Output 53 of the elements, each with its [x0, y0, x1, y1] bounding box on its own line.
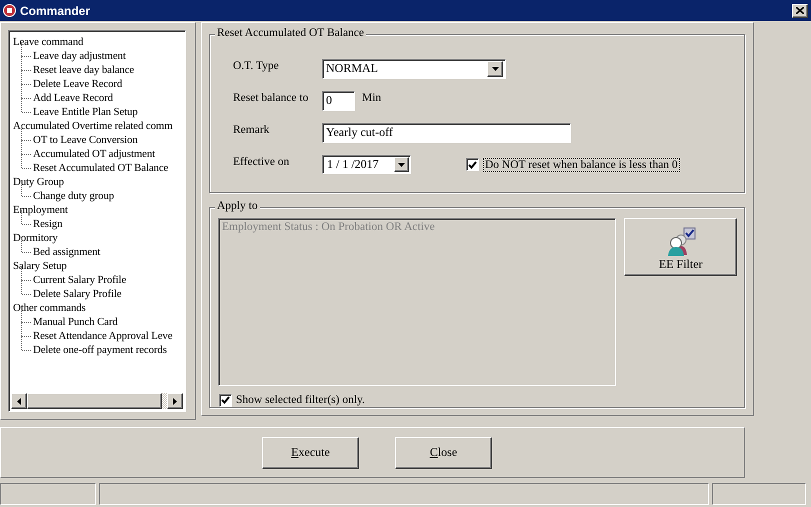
window-title: Commander	[20, 4, 92, 18]
scroll-right-button[interactable]	[167, 393, 183, 409]
field-label: Remark	[233, 124, 270, 136]
action-button[interactable]: Execute	[262, 436, 359, 468]
tree-item[interactable]: Add Leave Record	[32, 92, 114, 104]
tree-item[interactable]: Dormitory	[12, 232, 59, 244]
tree-item[interactable]: Delete Salary Profile	[32, 288, 122, 300]
tree-item[interactable]: Manual Punch Card	[32, 316, 119, 328]
date-picker[interactable]: 1 / 1 /2017	[322, 155, 411, 174]
scrollbar-thumb[interactable]	[27, 393, 162, 409]
tree-item[interactable]: Reset leave day balance	[32, 64, 136, 76]
filter-button[interactable]: EE Filter	[624, 218, 737, 276]
tree-item[interactable]: Leave day adjustment	[32, 50, 127, 62]
action-button[interactable]: Close	[395, 436, 492, 468]
unit-label: Min	[362, 92, 382, 104]
checkbox[interactable]	[219, 394, 232, 407]
tree-item[interactable]: Delete one-off payment records	[32, 344, 168, 356]
tree-item[interactable]: Employment	[12, 204, 69, 216]
tree-item[interactable]: Resign	[32, 218, 64, 230]
group-title: Apply to	[215, 200, 260, 212]
field-label: Effective on	[233, 156, 290, 168]
app-icon	[3, 4, 16, 17]
tree-item[interactable]: Leave command	[12, 36, 84, 48]
tree-item[interactable]: Accumulated OT adjustment	[32, 148, 156, 160]
tree-item[interactable]: Salary Setup	[12, 260, 68, 272]
dropdown-arrow-icon	[492, 66, 498, 70]
left-arrow-icon	[17, 398, 21, 404]
right-arrow-icon	[173, 398, 177, 404]
tree-item[interactable]: Change duty group	[32, 190, 116, 202]
field-label: Reset balance to	[233, 92, 310, 104]
tree-item[interactable]: Current Salary Profile	[32, 274, 128, 286]
balance-input[interactable]: 0	[322, 90, 355, 110]
tree-item[interactable]: Leave Entitle Plan Setup	[32, 106, 139, 118]
tree-item[interactable]: Other commands	[12, 302, 87, 314]
field-label: O.T. Type	[233, 60, 280, 72]
tree-item[interactable]: Reset Accumulated OT Balance	[32, 162, 170, 174]
tree-item[interactable]: Duty Group	[12, 176, 65, 188]
group-title: Reset Accumulated OT Balance	[215, 27, 366, 39]
checkbox-label[interactable]: Show selected filter(s) only.	[236, 394, 365, 406]
ot-type-dropdown[interactable]: NORMAL	[322, 58, 506, 78]
tree-item[interactable]: Delete Leave Record	[32, 78, 124, 90]
scroll-left-button[interactable]	[11, 393, 27, 409]
checkbox[interactable]	[466, 158, 479, 171]
tree-item[interactable]: Reset Attendance Approval Leve	[32, 330, 174, 342]
tree-item[interactable]: Bed assignment	[32, 246, 102, 258]
remark-input[interactable]: Yearly cut-off	[322, 122, 571, 142]
filter-item: Employment Status : On Probation OR Active	[222, 220, 436, 233]
tree-item[interactable]: OT to Leave Conversion	[32, 134, 139, 146]
tree-item[interactable]: Accumulated Overtime related comm	[12, 120, 174, 132]
dropdown-arrow-icon	[398, 162, 405, 166]
checkbox-label[interactable]: Do NOT reset when balance is less than 0	[483, 158, 680, 172]
close-button[interactable]	[792, 4, 808, 18]
close-icon	[796, 7, 804, 14]
